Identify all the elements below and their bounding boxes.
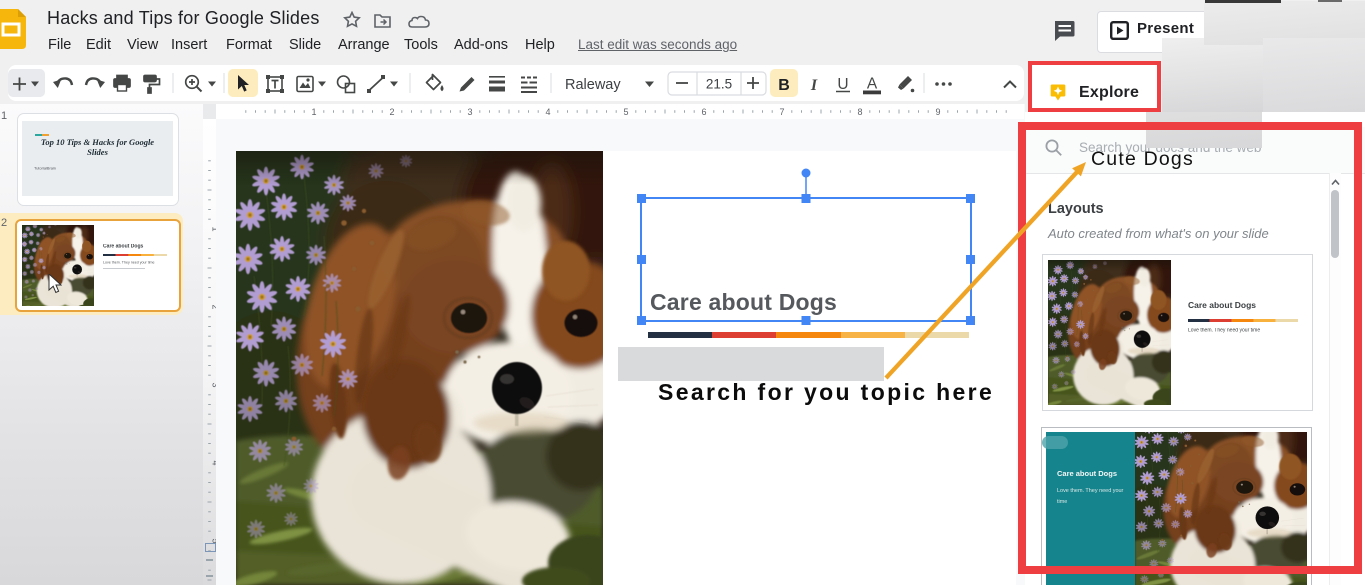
svg-text:5: 5 xyxy=(623,107,628,117)
svg-text:8: 8 xyxy=(857,107,862,117)
svg-text:4: 4 xyxy=(211,460,217,465)
svg-text:3: 3 xyxy=(211,382,217,387)
svg-text:9: 9 xyxy=(935,107,940,117)
svg-text:21.5: 21.5 xyxy=(706,77,732,92)
svg-text:6: 6 xyxy=(701,107,706,117)
svg-text:2: 2 xyxy=(211,304,217,309)
svg-text:1: 1 xyxy=(211,226,217,231)
svg-text:3: 3 xyxy=(467,107,472,117)
svg-text:Raleway: Raleway xyxy=(565,77,621,93)
svg-text:A: A xyxy=(867,76,878,93)
svg-text:U: U xyxy=(837,76,848,93)
svg-text:1: 1 xyxy=(311,107,316,117)
svg-text:I: I xyxy=(810,77,818,94)
svg-text:B: B xyxy=(778,77,790,94)
svg-text:7: 7 xyxy=(779,107,784,117)
svg-text:4: 4 xyxy=(545,107,550,117)
svg-text:2: 2 xyxy=(389,107,394,117)
